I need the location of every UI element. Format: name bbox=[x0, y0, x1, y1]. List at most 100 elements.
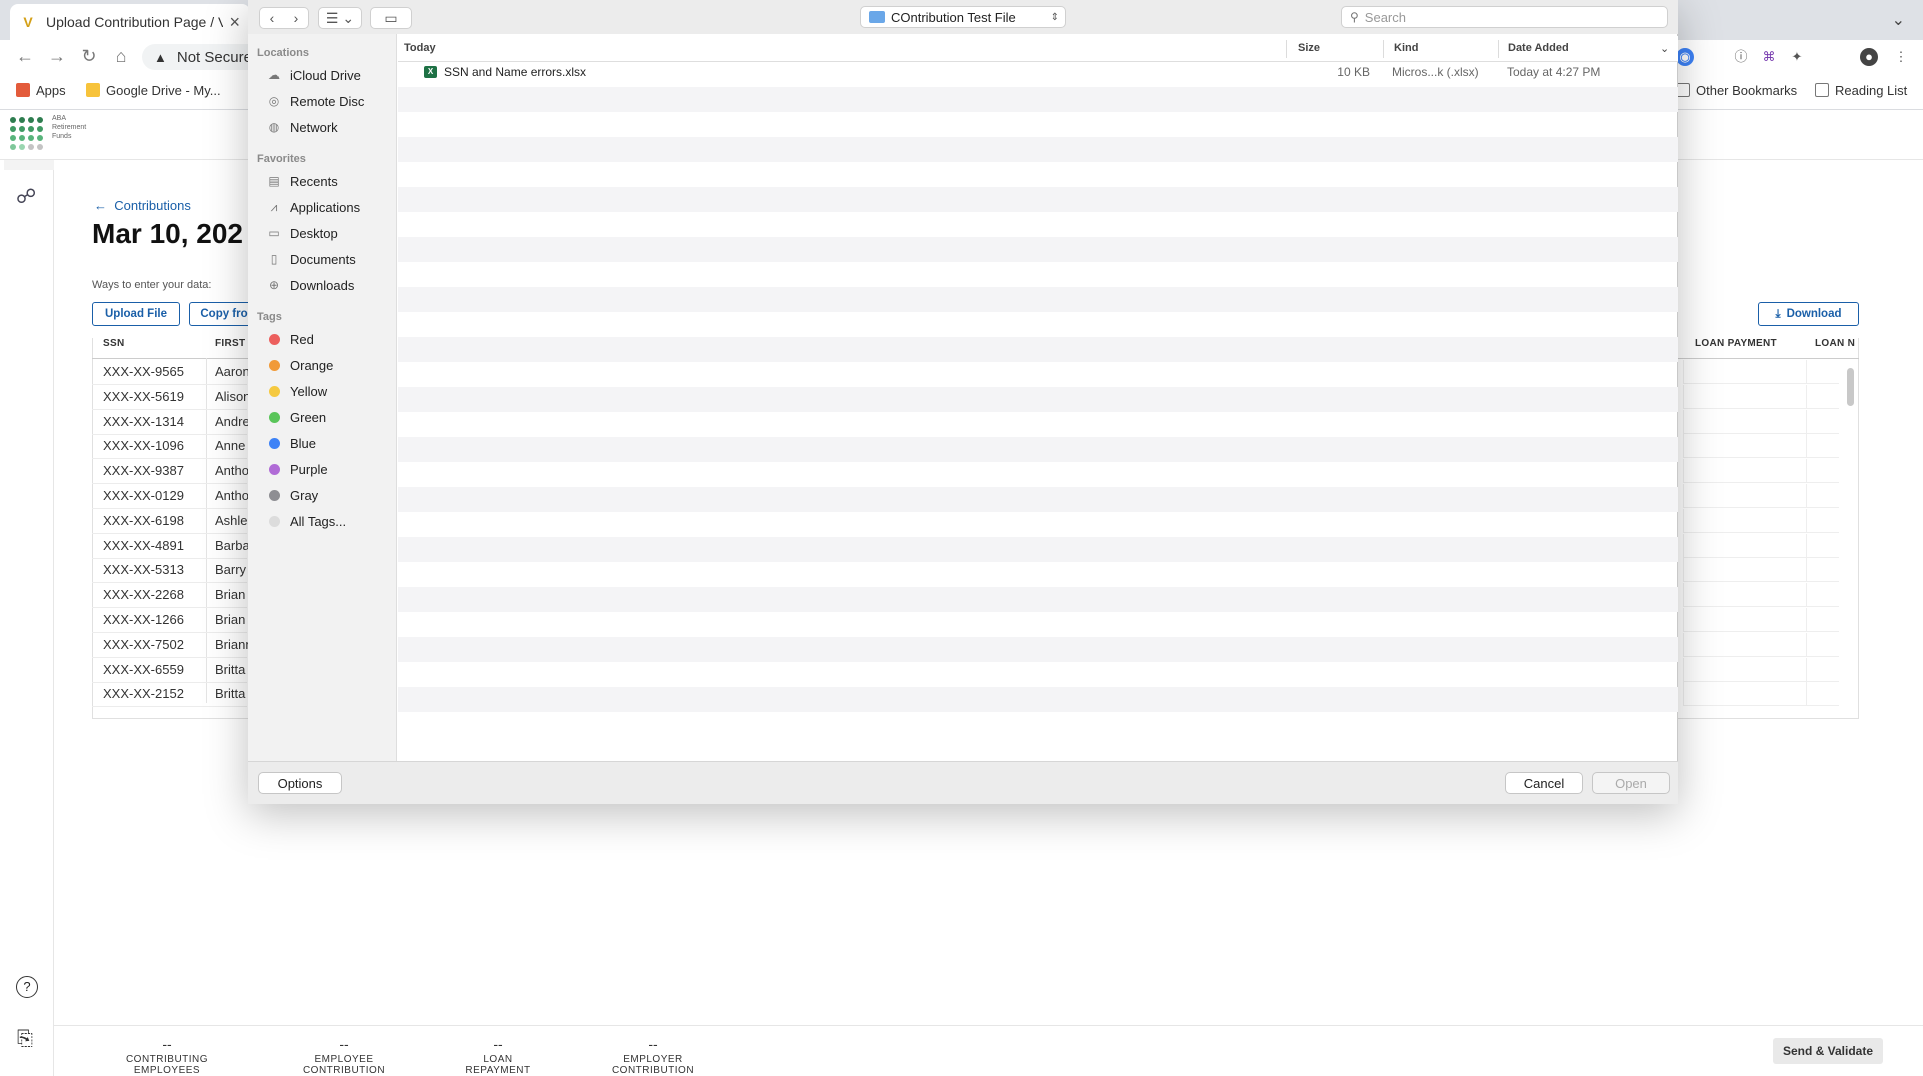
cell-first-name[interactable]: Barry bbox=[215, 562, 249, 577]
cell-first-name[interactable]: Britta bbox=[215, 662, 249, 677]
cell-loan-payment[interactable] bbox=[1683, 360, 1839, 384]
sidebar-item-icloud-drive[interactable]: ☁ iCloud Drive bbox=[266, 66, 361, 84]
sidebar-tag-gray[interactable]: Gray bbox=[266, 486, 318, 504]
bookmark-other-bookmarks[interactable]: Other Bookmarks bbox=[1676, 80, 1797, 100]
sidebar-item-documents[interactable]: ▯ Documents bbox=[266, 250, 356, 268]
forward-arrow-icon[interactable]: → bbox=[46, 46, 68, 67]
cell-first-name[interactable]: Brian bbox=[215, 612, 249, 627]
send-validate-button[interactable]: Send & Validate bbox=[1773, 1038, 1883, 1064]
grid-extension-icon[interactable]: ⌘ bbox=[1760, 48, 1778, 66]
cell-ssn[interactable]: XXX-XX-6198 bbox=[103, 513, 184, 528]
sidebar-item-network[interactable]: ◍ Network bbox=[266, 118, 338, 136]
browser-tab[interactable]: V Upload Contribution Page / Ve × bbox=[10, 4, 250, 40]
column-header-size[interactable]: Size bbox=[1298, 42, 1320, 54]
column-header-date-added[interactable]: Date Added bbox=[1508, 42, 1569, 54]
file-row[interactable] bbox=[398, 62, 1678, 82]
help-icon[interactable]: ? bbox=[16, 976, 38, 998]
sidebar-tag-orange[interactable]: Orange bbox=[266, 356, 333, 374]
browser-menu-icon[interactable]: ⋮ bbox=[1892, 48, 1910, 66]
breadcrumb-back-link[interactable]: ← Contributions bbox=[94, 198, 191, 213]
dialog-search-field[interactable]: ⚲ Search bbox=[1341, 6, 1668, 28]
column-header-name[interactable]: Today bbox=[404, 42, 436, 54]
cell-ssn[interactable]: XXX-XX-9565 bbox=[103, 364, 184, 379]
zoom-extension-icon[interactable]: ◉ bbox=[1676, 48, 1694, 66]
back-forward-control[interactable]: ‹ › bbox=[259, 7, 309, 29]
cell-ssn[interactable]: XXX-XX-5619 bbox=[103, 389, 184, 404]
bookmark-reading-list[interactable]: Reading List bbox=[1815, 80, 1907, 100]
cell-loan-payment[interactable] bbox=[1683, 409, 1839, 434]
cell-loan-payment[interactable] bbox=[1683, 384, 1839, 409]
cell-first-name[interactable]: Britta bbox=[215, 686, 249, 701]
folder-path-popup[interactable]: COntribution Test File ⇕ bbox=[860, 6, 1066, 28]
bookmark-apps[interactable]: Apps bbox=[16, 80, 66, 100]
sidebar-tag-yellow[interactable]: Yellow bbox=[266, 382, 327, 400]
cell-ssn[interactable]: XXX-XX-1096 bbox=[103, 438, 184, 453]
sidebar-tag-all-tags[interactable]: All Tags... bbox=[266, 512, 346, 530]
cell-ssn[interactable]: XXX-XX-6559 bbox=[103, 662, 184, 677]
cell-loan-payment[interactable] bbox=[1683, 632, 1839, 657]
sort-chevron-icon[interactable]: ⌄ bbox=[1660, 42, 1669, 55]
cell-loan-payment[interactable] bbox=[1683, 484, 1839, 508]
cell-first-name[interactable]: Aaron bbox=[215, 364, 249, 379]
sidebar-tag-blue[interactable]: Blue bbox=[266, 434, 316, 452]
contributions-nav-icon[interactable]: ☍ bbox=[16, 184, 36, 209]
table-scrollbar[interactable] bbox=[1847, 368, 1854, 406]
column-header-loan-number[interactable]: LOAN N bbox=[1815, 338, 1859, 358]
cell-first-name[interactable]: Antho bbox=[215, 488, 249, 503]
cell-ssn[interactable]: XXX-XX-0129 bbox=[103, 488, 184, 503]
sidebar-item-desktop[interactable]: ▭ Desktop bbox=[266, 224, 337, 242]
download-button[interactable]: ⤓ Download bbox=[1758, 302, 1859, 326]
cell-ssn[interactable]: XXX-XX-5313 bbox=[103, 562, 184, 577]
cell-ssn[interactable]: XXX-XX-4891 bbox=[103, 538, 184, 553]
sidebar-item-applications[interactable]: ⩘ Applications bbox=[266, 198, 361, 216]
cell-loan-payment[interactable] bbox=[1683, 682, 1839, 707]
back-arrow-icon[interactable]: ← bbox=[14, 46, 36, 67]
cell-loan-payment[interactable] bbox=[1683, 459, 1839, 484]
new-folder-button[interactable]: ▭ bbox=[370, 7, 412, 29]
cell-first-name[interactable]: Briann bbox=[215, 637, 249, 652]
reload-icon[interactable]: ↻ bbox=[78, 46, 100, 67]
cell-first-name[interactable]: Alison bbox=[215, 389, 249, 404]
cell-loan-payment[interactable] bbox=[1683, 583, 1839, 608]
upload-file-button[interactable]: Upload File bbox=[92, 302, 180, 326]
bookmark-google-drive[interactable]: Google Drive - My... bbox=[86, 80, 221, 100]
open-button[interactable]: Open bbox=[1592, 772, 1670, 794]
view-mode-button[interactable]: ☰ ⌄ bbox=[318, 7, 362, 29]
info-extension-icon[interactable]: ⓘ bbox=[1732, 48, 1750, 66]
cell-first-name[interactable]: Brian bbox=[215, 587, 249, 602]
cell-loan-payment[interactable] bbox=[1683, 558, 1839, 583]
sidebar-item-remote-disc[interactable]: ◎ Remote Disc bbox=[266, 92, 365, 110]
cell-loan-payment[interactable] bbox=[1683, 533, 1839, 558]
column-header-loan-payment[interactable]: LOAN PAYMENT bbox=[1695, 338, 1777, 358]
cell-loan-payment[interactable] bbox=[1683, 434, 1839, 459]
cell-first-name[interactable]: Anne bbox=[215, 438, 249, 453]
cell-first-name[interactable]: Andre bbox=[215, 414, 249, 429]
chevron-right-icon[interactable]: › bbox=[284, 10, 308, 26]
cell-ssn[interactable]: XXX-XX-1314 bbox=[103, 414, 184, 429]
home-icon[interactable]: ⌂ bbox=[110, 46, 132, 67]
cancel-button[interactable]: Cancel bbox=[1505, 772, 1583, 794]
cell-loan-payment[interactable] bbox=[1683, 508, 1839, 533]
sidebar-tag-red[interactable]: Red bbox=[266, 330, 314, 348]
cell-ssn[interactable]: XXX-XX-1266 bbox=[103, 612, 184, 627]
close-tab-icon[interactable]: × bbox=[229, 12, 240, 33]
column-header-first[interactable]: FIRST bbox=[215, 338, 245, 358]
column-header-kind[interactable]: Kind bbox=[1394, 42, 1418, 54]
cell-ssn[interactable]: XXX-XX-9387 bbox=[103, 463, 184, 478]
sidebar-tag-purple[interactable]: Purple bbox=[266, 460, 328, 478]
cell-first-name[interactable]: Barba bbox=[215, 538, 249, 553]
tab-search-chevron-icon[interactable]: ⌄ bbox=[1892, 10, 1905, 30]
chevron-left-icon[interactable]: ‹ bbox=[260, 10, 284, 26]
options-button[interactable]: Options bbox=[258, 772, 342, 794]
sidebar-item-recents[interactable]: ▤ Recents bbox=[266, 172, 337, 190]
cell-first-name[interactable]: Antho bbox=[215, 463, 249, 478]
sidebar-tag-green[interactable]: Green bbox=[266, 408, 326, 426]
cell-ssn[interactable]: XXX-XX-2152 bbox=[103, 686, 184, 701]
cell-ssn[interactable]: XXX-XX-7502 bbox=[103, 637, 184, 652]
cell-loan-payment[interactable] bbox=[1683, 657, 1839, 682]
logout-icon[interactable]: ⎘ bbox=[17, 1028, 33, 1051]
cell-ssn[interactable]: XXX-XX-2268 bbox=[103, 587, 184, 602]
column-header-ssn[interactable]: SSN bbox=[103, 338, 124, 358]
cell-first-name[interactable]: Ashle bbox=[215, 513, 249, 528]
profile-avatar-icon[interactable]: ● bbox=[1860, 48, 1878, 66]
